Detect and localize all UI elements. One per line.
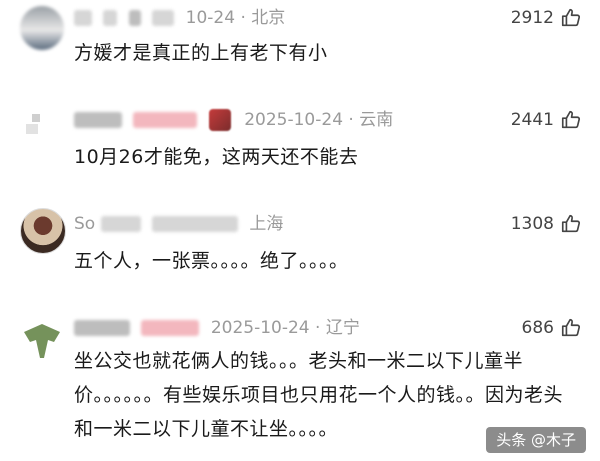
- comment-text: 方媛才是真正的上有老下有小: [74, 42, 328, 64]
- date-redacted: [152, 216, 239, 232]
- user-tag-redacted: [133, 112, 198, 128]
- avatar[interactable]: [20, 106, 64, 150]
- thumbs-up-icon[interactable]: [560, 317, 582, 339]
- comment-text: 10月26才能免，这两天还不能去: [74, 146, 359, 168]
- avatar[interactable]: [20, 208, 66, 254]
- like-button[interactable]: 686: [522, 314, 582, 342]
- watermark: 头条 @木子: [486, 427, 586, 453]
- date-redacted: [152, 10, 175, 26]
- comment-date: 2025-10-24: [244, 110, 344, 130]
- comment-location: 辽宁: [325, 318, 360, 338]
- separator: ·: [315, 318, 321, 338]
- comment-location: 上海: [249, 214, 284, 234]
- comment-item: 10-24 · 北京 2912 方媛才是真正的上有老下有小: [0, 4, 600, 84]
- thumbs-up-icon[interactable]: [560, 109, 582, 131]
- separator: ·: [348, 110, 354, 130]
- comment-location: 北京: [251, 8, 286, 28]
- comment-list: 10-24 · 北京 2912 方媛才是真正的上有老下有小 2025-10-24…: [0, 0, 600, 461]
- username-redacted[interactable]: [74, 320, 130, 336]
- comment-date: 2025-10-24: [210, 318, 310, 338]
- username-redacted[interactable]: [100, 216, 141, 232]
- avatar[interactable]: [20, 6, 64, 50]
- username-fragment[interactable]: So: [74, 214, 95, 234]
- username-redacted[interactable]: [74, 10, 92, 26]
- like-count: 2441: [510, 110, 554, 130]
- comment-meta: So 上海: [74, 210, 283, 238]
- like-count: 1308: [510, 214, 554, 234]
- thumbs-up-icon[interactable]: [560, 213, 582, 235]
- username-redacted[interactable]: [74, 112, 122, 128]
- user-tag-redacted: [141, 320, 200, 336]
- comment-meta: 2025-10-24 · 辽宁: [74, 314, 360, 342]
- comment-location: 云南: [359, 110, 394, 130]
- comment-text: 五个人，一张票。。。。绝了。。。。: [74, 250, 349, 272]
- comment-date: 10-24: [185, 8, 236, 28]
- username-redacted[interactable]: [103, 10, 118, 26]
- like-count: 2912: [510, 8, 554, 28]
- comment-meta: 2025-10-24 · 云南: [74, 106, 393, 134]
- avatar[interactable]: [20, 318, 64, 362]
- like-button[interactable]: 1308: [511, 210, 582, 238]
- like-button[interactable]: 2441: [511, 106, 582, 134]
- user-badge-icon: [208, 109, 231, 131]
- comment-item: 2025-10-24 · 云南 2441 10月26才能免，这两天还不能去: [0, 106, 600, 186]
- comment-item: So 上海 1308 五个人，一张票。。。。绝了。。。。: [0, 208, 600, 290]
- thumbs-up-icon[interactable]: [560, 7, 582, 29]
- like-count: 686: [521, 318, 554, 338]
- separator: ·: [240, 8, 246, 28]
- like-button[interactable]: 2912: [511, 4, 582, 32]
- comment-meta: 10-24 · 北京: [74, 4, 285, 32]
- username-redacted[interactable]: [128, 10, 141, 26]
